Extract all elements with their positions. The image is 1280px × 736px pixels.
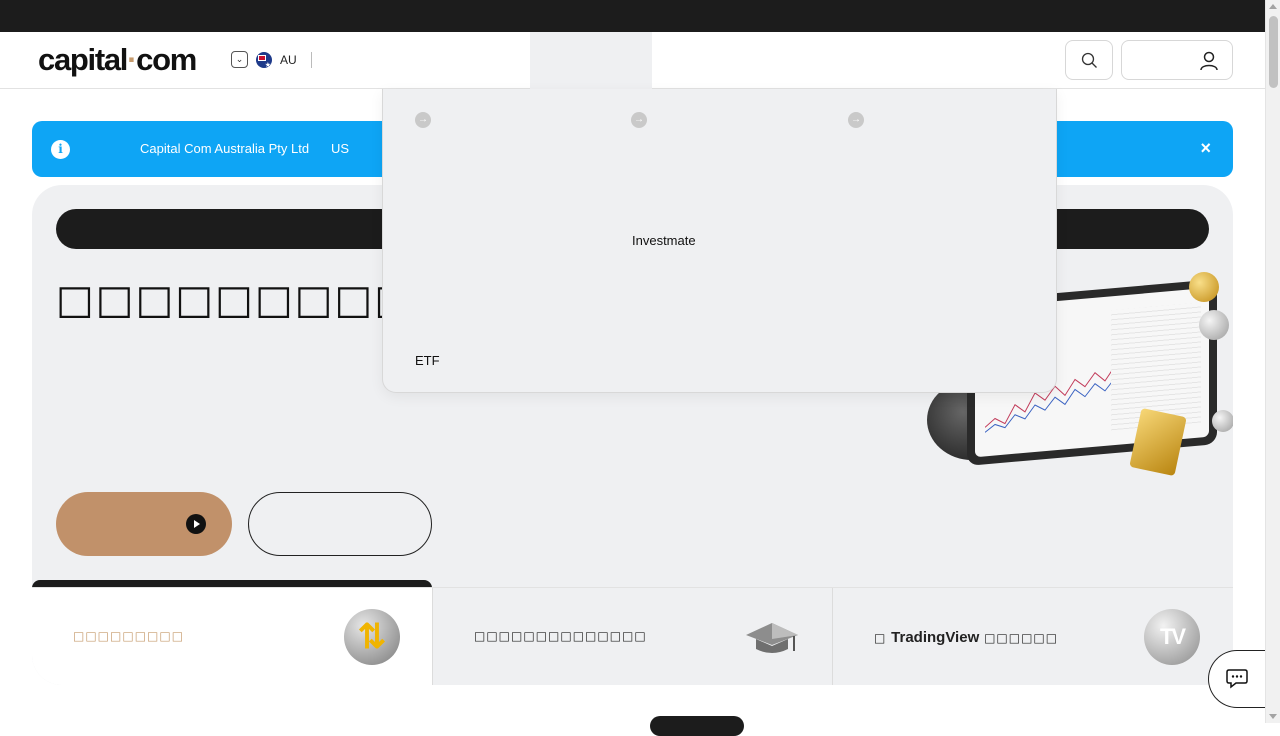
secondary-cta-button[interactable] xyxy=(248,492,432,556)
graduation-cap-icon xyxy=(744,609,800,665)
top-black-bar xyxy=(0,0,1265,32)
account-button[interactable] xyxy=(1121,40,1233,80)
capital-com-logo[interactable]: capital·com xyxy=(38,42,197,78)
sphere-decoration xyxy=(1212,410,1233,432)
primary-cta-button[interactable] xyxy=(56,492,232,556)
logo-text-tail: com xyxy=(136,42,197,77)
tab-label-prefix: □ xyxy=(874,631,892,645)
tab-feature-1[interactable]: □□□□□□□□□ xyxy=(32,588,432,685)
nav-dropdown-menu: → → → Investmate ETF xyxy=(382,89,1057,393)
coin-decoration xyxy=(1189,272,1219,302)
menu-item-etf[interactable]: ETF xyxy=(415,353,440,368)
search-button[interactable] xyxy=(1065,40,1113,80)
bottom-dark-pill[interactable] xyxy=(650,716,744,736)
close-icon[interactable]: × xyxy=(1200,138,1211,159)
info-icon: i xyxy=(51,140,70,159)
chat-icon xyxy=(1226,669,1248,689)
logo-dot: · xyxy=(127,42,137,77)
tab-label-suffix: □□□□□□ xyxy=(979,631,1059,645)
arrow-right-icon[interactable]: → xyxy=(848,112,864,128)
menu-item-investmate[interactable]: Investmate xyxy=(632,233,696,248)
scroll-up-icon[interactable] xyxy=(1269,4,1277,9)
banner-company-text: Capital Com Australia Pty Ltd xyxy=(140,141,310,156)
tab-label: □□□□□□□□□□□□□□ xyxy=(474,629,647,643)
trade-arrows-icon xyxy=(344,609,400,665)
region-code: AU xyxy=(280,52,297,67)
tradingview-icon xyxy=(1144,609,1200,665)
scroll-thumb[interactable] xyxy=(1269,16,1278,88)
user-icon xyxy=(1200,51,1218,71)
tab-label: □□□□□□□□□ xyxy=(73,629,185,643)
chat-button[interactable] xyxy=(1208,650,1265,708)
tab-label-brand: TradingView xyxy=(891,629,980,646)
dollar-coin-decoration xyxy=(1199,310,1229,340)
site-header: capital·com ⌄ AU xyxy=(0,32,1265,89)
tab-feature-2[interactable]: □□□□□□□□□□□□□□ xyxy=(432,588,832,685)
search-icon xyxy=(1081,52,1097,68)
banner-extra-text: US xyxy=(331,141,350,156)
nav-item-active[interactable] xyxy=(530,32,652,89)
tab-label: □ TradingView □□□□□□ xyxy=(874,629,1058,646)
tab-tradingview[interactable]: □ TradingView □□□□□□ xyxy=(832,588,1232,685)
arrow-right-icon[interactable]: → xyxy=(631,112,647,128)
australia-flag-icon xyxy=(256,51,272,68)
play-icon xyxy=(186,514,206,534)
chevron-down-icon[interactable]: ⌄ xyxy=(231,51,248,68)
page-scrollbar[interactable] xyxy=(1265,0,1280,723)
scroll-down-icon[interactable] xyxy=(1269,714,1277,719)
region-selector[interactable]: ⌄ AU xyxy=(231,51,312,68)
feature-tabs: □□□□□□□□□ □□□□□□□□□□□□□□ □ TradingView □… xyxy=(32,587,1233,685)
region-divider xyxy=(310,51,312,68)
logo-text-main: capital xyxy=(38,42,128,77)
arrow-right-icon[interactable]: → xyxy=(415,112,431,128)
